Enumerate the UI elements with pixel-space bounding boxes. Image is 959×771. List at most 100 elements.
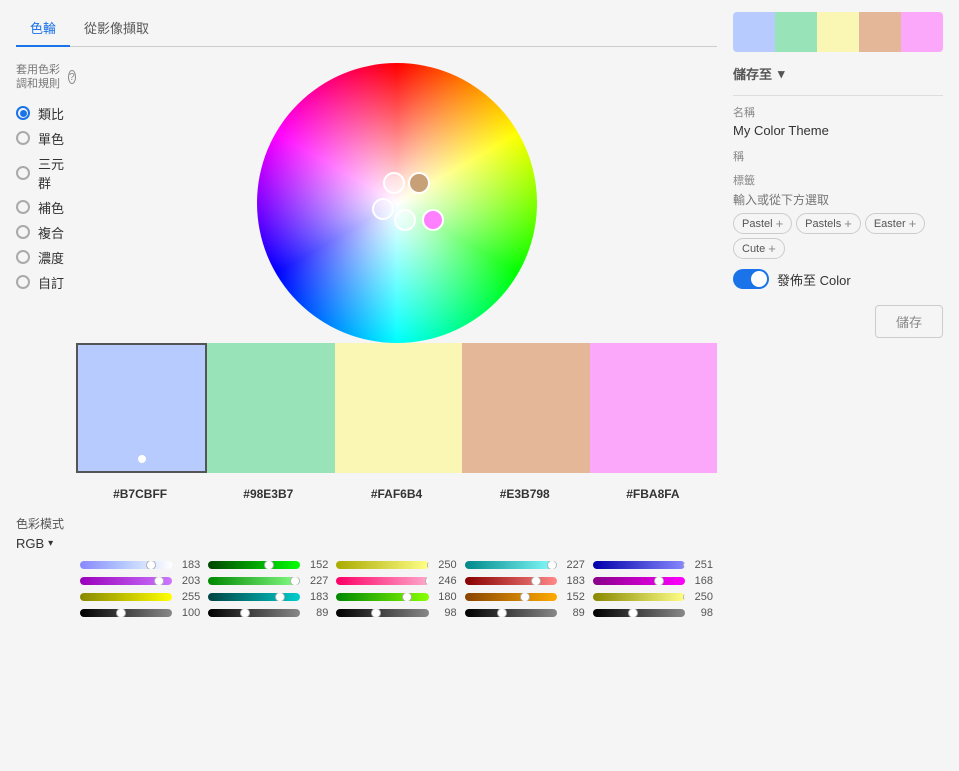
slider-row-2-1: 246 <box>332 575 460 587</box>
radio-compound[interactable]: 複合 <box>16 223 76 242</box>
slider-track-0-0[interactable] <box>80 561 172 569</box>
slider-track-3-2[interactable] <box>465 593 557 601</box>
toggle-knob <box>751 271 767 287</box>
slider-thumb-3-2[interactable] <box>520 593 530 601</box>
name-input[interactable] <box>733 123 943 138</box>
tag-cute[interactable]: Cute + <box>733 238 785 259</box>
hex-2[interactable]: #FAF6B4 <box>332 483 460 505</box>
slider-thumb-1-2[interactable] <box>275 593 285 601</box>
slider-track-0-1[interactable] <box>80 577 172 585</box>
mini-swatch-0 <box>733 12 775 52</box>
slider-track-1-2[interactable] <box>208 593 300 601</box>
tag-easter[interactable]: Easter + <box>865 213 925 234</box>
publish-row: 發佈至 Color <box>733 269 943 289</box>
slider-thumb-4-1[interactable] <box>654 577 664 585</box>
slider-thumb-2-3[interactable] <box>371 609 381 617</box>
slider-thumb-4-3[interactable] <box>628 609 638 617</box>
hex-4[interactable]: #FBA8FA <box>589 483 717 505</box>
wheel-handle-5[interactable] <box>422 209 444 231</box>
tags-input[interactable] <box>733 193 943 207</box>
slider-track-0-2[interactable] <box>80 593 172 601</box>
radio-circle-triad <box>16 166 30 180</box>
slider-row-1-1: 227 <box>204 575 332 587</box>
slider-track-1-3[interactable] <box>208 609 300 617</box>
slider-track-2-2[interactable] <box>336 593 428 601</box>
slider-val-2-1: 246 <box>433 575 457 587</box>
slider-col-1: 152 227 183 <box>204 559 332 623</box>
swatch-4[interactable] <box>590 343 717 473</box>
swatch-2[interactable] <box>335 343 462 473</box>
slider-thumb-4-0[interactable] <box>683 561 685 569</box>
slider-row-0-3: 100 <box>76 607 204 619</box>
radio-analog[interactable]: 類比 <box>16 104 76 123</box>
slider-thumb-0-1[interactable] <box>154 577 164 585</box>
name-label: 名稱 <box>733 104 943 120</box>
color-mode-select[interactable]: RGB ▾ <box>16 536 717 551</box>
wheel-handle-1[interactable] <box>383 172 405 194</box>
slider-row-2-0: 250 <box>332 559 460 571</box>
slider-track-2-1[interactable] <box>336 577 428 585</box>
slider-val-0-1: 203 <box>176 575 200 587</box>
save-button[interactable]: 儲存 <box>875 305 943 338</box>
slider-thumb-2-0[interactable] <box>427 561 429 569</box>
slider-thumb-4-2[interactable] <box>683 593 685 601</box>
radio-mono[interactable]: 單色 <box>16 129 76 148</box>
radio-complement[interactable]: 補色 <box>16 198 76 217</box>
wheel-handle-3[interactable] <box>372 198 394 220</box>
radio-circle-complement <box>16 200 30 214</box>
slider-track-3-1[interactable] <box>465 577 557 585</box>
tab-color-wheel[interactable]: 色輪 <box>16 12 70 47</box>
swatch-0[interactable] <box>76 343 207 473</box>
slider-track-1-0[interactable] <box>208 561 300 569</box>
tags-row: Pastel + Pastels + Easter + Cute + <box>733 213 943 259</box>
tag-pastels[interactable]: Pastels + <box>796 213 861 234</box>
slider-track-4-2[interactable] <box>593 593 685 601</box>
wheel-handle-2[interactable] <box>408 172 430 194</box>
slider-thumb-3-1[interactable] <box>531 577 541 585</box>
slider-track-2-3[interactable] <box>336 609 428 617</box>
color-swatches <box>76 343 717 473</box>
slider-thumb-3-0[interactable] <box>547 561 557 569</box>
chevron-down-icon: ▾ <box>48 538 53 549</box>
slider-row-2-2: 180 <box>332 591 460 603</box>
slider-row-0-0: 183 <box>76 559 204 571</box>
slider-thumb-1-3[interactable] <box>240 609 250 617</box>
swatch-3[interactable] <box>462 343 589 473</box>
slider-row-4-2: 250 <box>589 591 717 603</box>
slider-thumb-0-3[interactable] <box>116 609 126 617</box>
slider-track-2-0[interactable] <box>336 561 428 569</box>
slider-thumb-3-3[interactable] <box>497 609 507 617</box>
slider-track-3-3[interactable] <box>465 609 557 617</box>
hex-0[interactable]: #B7CBFF <box>76 483 204 505</box>
slider-thumb-0-0[interactable] <box>146 561 156 569</box>
slider-track-1-1[interactable] <box>208 577 300 585</box>
publish-toggle[interactable] <box>733 269 769 289</box>
slider-thumb-1-1[interactable] <box>290 577 300 585</box>
tag-pastel[interactable]: Pastel + <box>733 213 792 234</box>
hex-3[interactable]: #E3B798 <box>461 483 589 505</box>
slider-row-4-3: 98 <box>589 607 717 619</box>
slider-row-0-1: 203 <box>76 575 204 587</box>
wheel-handle-4[interactable] <box>394 209 416 231</box>
slider-val-3-3: 89 <box>561 607 585 619</box>
slider-track-0-3[interactable] <box>80 609 172 617</box>
slider-track-4-3[interactable] <box>593 609 685 617</box>
slider-track-3-0[interactable] <box>465 561 557 569</box>
slider-thumb-2-2[interactable] <box>402 593 412 601</box>
save-to-label: 儲存至 <box>733 64 772 83</box>
slider-track-4-1[interactable] <box>593 577 685 585</box>
hex-1[interactable]: #98E3B7 <box>204 483 332 505</box>
slider-track-4-0[interactable] <box>593 561 685 569</box>
radio-custom[interactable]: 自訂 <box>16 273 76 292</box>
save-to-section[interactable]: 儲存至 ▾ <box>733 64 943 83</box>
swatch-1[interactable] <box>207 343 334 473</box>
radio-triad[interactable]: 三元群 <box>16 154 76 192</box>
help-icon[interactable]: ? <box>68 70 76 84</box>
color-wheel[interactable] <box>257 63 537 343</box>
radio-shades[interactable]: 濃度 <box>16 248 76 267</box>
slider-val-1-2: 183 <box>304 591 328 603</box>
slider-thumb-2-1[interactable] <box>425 577 429 585</box>
slider-thumb-1-0[interactable] <box>264 561 274 569</box>
tab-image-extract[interactable]: 從影像擷取 <box>70 12 163 47</box>
color-mode-label: 色彩模式 <box>16 515 717 532</box>
